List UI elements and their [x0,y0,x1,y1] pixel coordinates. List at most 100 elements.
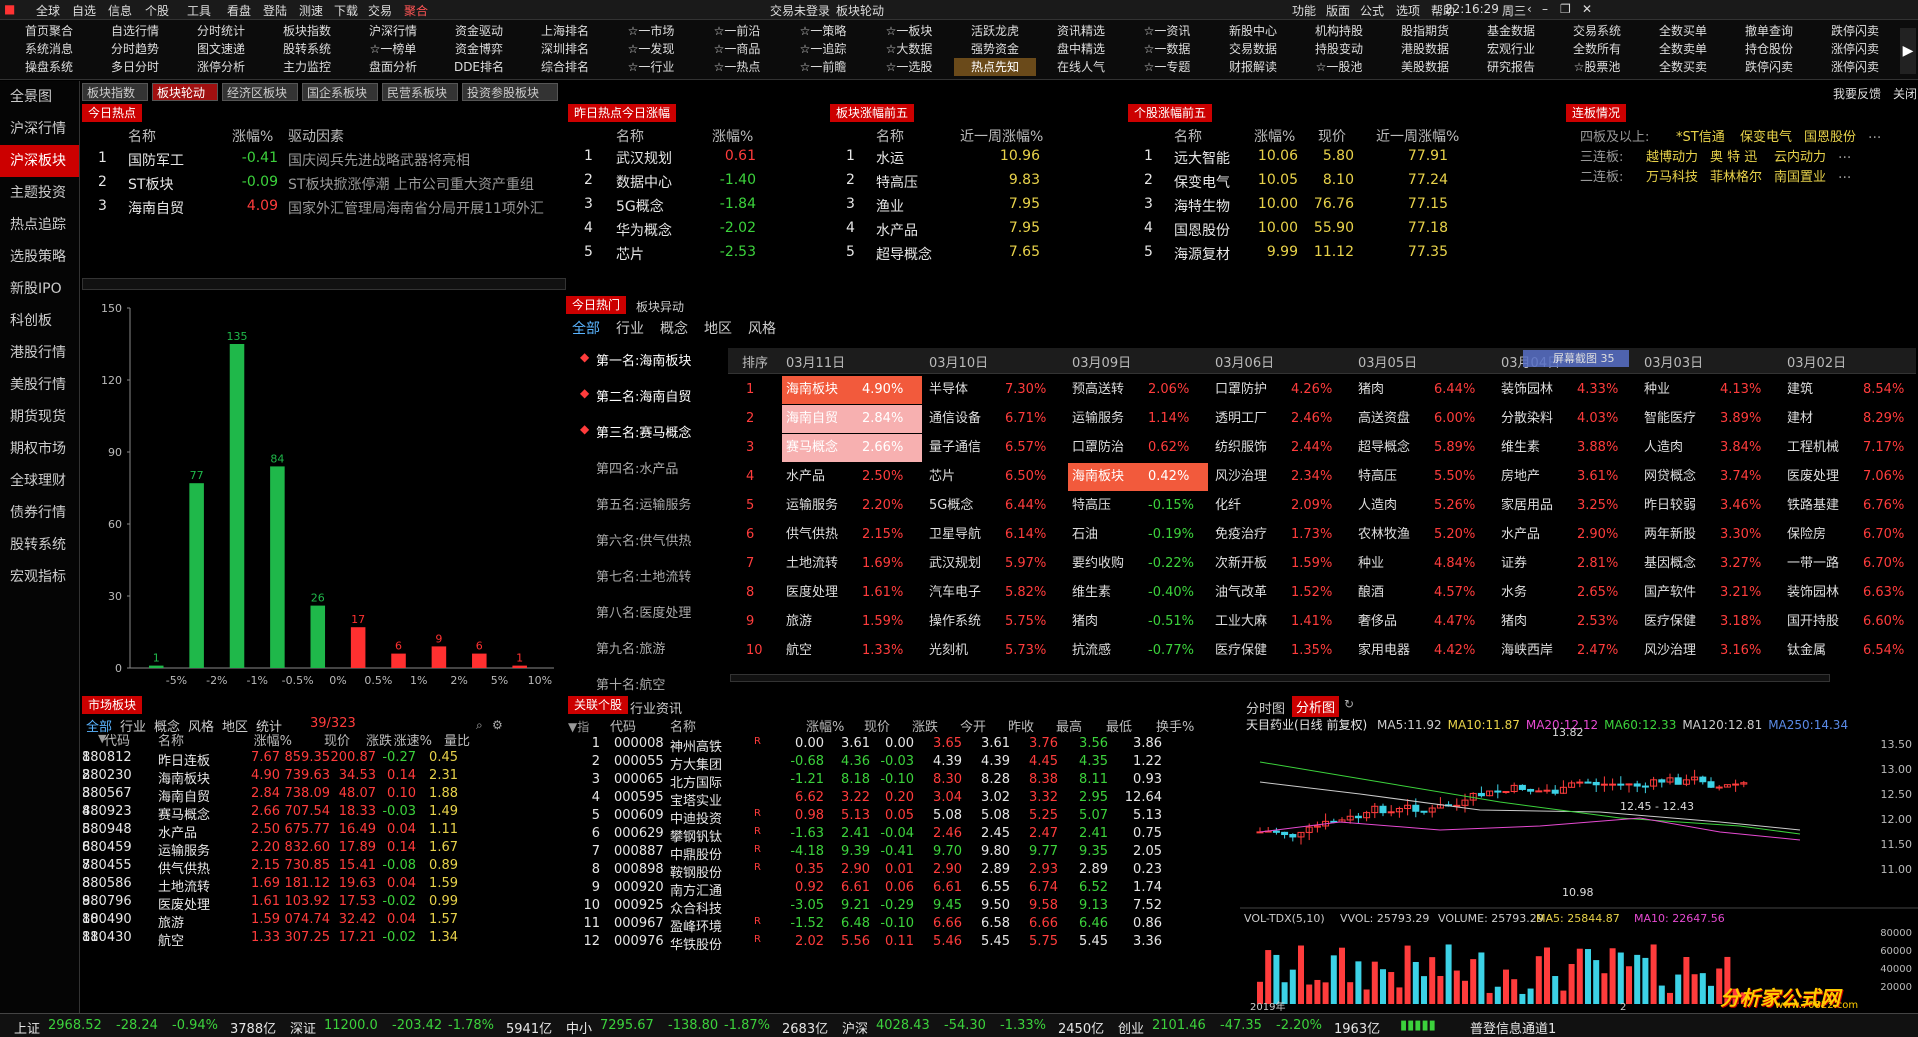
hot-cell[interactable]: 旅游 1.59% [782,608,922,636]
hot-cell[interactable]: 两年新股 3.30% [1640,521,1780,549]
limit-stock[interactable]: 万马科技 [1646,166,1698,185]
hot-cell[interactable]: 工业大麻 1.41% [1211,608,1351,636]
sector-name[interactable]: 土地流转 [158,876,210,895]
limit-stock[interactable]: 南国置业 [1774,166,1826,185]
candle-body[interactable] [1535,790,1543,793]
sidebar-item-6[interactable]: 新股IPO [0,273,79,305]
hot-cell[interactable]: 钛金属 6.54% [1783,637,1918,665]
stock-name[interactable]: 中迪投资 [670,808,750,827]
hot-cell[interactable]: 装饰园林 4.33% [1497,376,1637,404]
index-name[interactable]: 上证 [14,1018,40,1037]
sector-code[interactable]: 880812 [82,750,132,765]
sector-name[interactable]: 华为概念 [616,220,672,240]
hot-cell[interactable]: 猪肉 2.53% [1497,608,1637,636]
stock-code[interactable]: 000898 [614,862,664,877]
toolbar-button[interactable]: 系统消息 [8,40,90,58]
hot-cell[interactable]: 卫星导航 6.14% [925,521,1065,549]
candle-body[interactable] [1412,804,1420,812]
hot-cell[interactable]: 油气改革 1.52% [1211,579,1351,607]
ms-header-2[interactable]: 涨幅% [236,730,292,749]
sector-code[interactable]: 880230 [82,768,132,783]
hot-cell[interactable]: 网贷概念 3.74% [1640,463,1780,491]
hot-cell[interactable]: 口罩防护 4.26% [1211,376,1351,404]
hot-cell[interactable]: 国开持股 6.60% [1783,608,1918,636]
hot-cell[interactable]: 工程机械 7.17% [1783,434,1918,462]
candle-body[interactable] [1674,777,1682,785]
hot-cell[interactable]: 猪肉 6.44% [1354,376,1494,404]
toolbar-button[interactable]: ☆一前沿 [696,22,778,40]
hot-cell[interactable]: 建筑 8.54% [1783,376,1918,404]
toolbar-button[interactable]: 股转系统 [266,40,348,58]
rs-header-7[interactable]: 最高 [1056,716,1082,735]
toolbar-button[interactable]: ☆一数据 [1126,40,1208,58]
stock-name[interactable]: 海源复材 [1174,244,1230,264]
toolbar-button[interactable]: 全数买单 [1642,22,1724,40]
sidebar-item-4[interactable]: 热点追踪 [0,209,79,241]
candle-body[interactable] [1551,789,1559,794]
sector-name[interactable]: 赛马概念 [158,804,210,823]
sidebar-item-3[interactable]: 主题投资 [0,177,79,209]
hot-cell[interactable]: 赛马概念 2.66% [782,434,922,462]
login-status[interactable]: 交易未登录 [770,2,830,19]
hot-cell[interactable]: 芯片 6.50% [925,463,1065,491]
hot-cell[interactable]: 基因概念 3.27% [1640,550,1780,578]
sidebar-item-0[interactable]: 全景图 [0,81,79,113]
hot-cell[interactable]: 水产品 2.90% [1497,521,1637,549]
hot-cell[interactable]: 半导体 7.30% [925,376,1065,404]
stock-name[interactable]: 远大智能 [1174,148,1230,168]
toolbar-button[interactable]: 涨停闪卖 [1814,58,1896,76]
stock-name[interactable]: 宝塔实业 [670,790,750,809]
rs-header-9[interactable]: 换手% [1156,716,1194,735]
candle-body[interactable] [1641,785,1649,788]
rank-item-3[interactable]: 第四名:水产品 [596,458,678,477]
hot-cell[interactable]: 分散染料 4.03% [1497,405,1637,433]
rs-header-0[interactable]: 代码 [610,716,636,735]
ms-header-0[interactable]: 代码 [104,730,130,749]
bar-0%[interactable] [310,605,326,668]
toolbar-button[interactable]: ☆一市场 [610,22,692,40]
hot-cell[interactable]: 奢侈品 4.47% [1354,608,1494,636]
sector-name[interactable]: 航空 [158,930,184,949]
hot-cell[interactable]: 海南板块 0.42% [1068,463,1208,491]
subtab-5[interactable]: 投资参股板块 [462,83,558,101]
toolbar-button[interactable]: 活跃龙虎 [954,22,1036,40]
sector-code[interactable]: 880586 [82,876,132,891]
gear-icon[interactable]: ⚙ [492,718,503,732]
candle-body[interactable] [1658,779,1666,783]
toolbar-button[interactable]: ☆一板块 [868,22,950,40]
hot-cell[interactable]: 预高送转 2.06% [1068,376,1208,404]
stock-code[interactable]: 000920 [614,880,664,895]
close-icon[interactable]: ✕ [1582,2,1592,16]
bar--2%[interactable] [189,483,204,668]
candle-body[interactable] [1732,783,1740,786]
candle-body[interactable] [1633,783,1641,787]
rs-header-5[interactable]: 今开 [960,716,986,735]
rs-header-1[interactable]: 名称 [670,716,696,735]
toolbar-button[interactable]: 涨停分析 [180,58,262,76]
sector-name[interactable]: 海南板块 [158,768,210,787]
candle-body[interactable] [1609,783,1617,786]
sector-name[interactable]: 水产品 [876,220,918,240]
toolbar-button[interactable]: 资金驱动 [438,22,520,40]
hot-cell[interactable]: 风沙治理 3.16% [1640,637,1780,665]
rank-item-7[interactable]: 第八名:医度处理 [596,602,691,621]
sidebar-item-9[interactable]: 美股行情 [0,369,79,401]
hot-cell[interactable]: 医疗保健 3.18% [1640,608,1780,636]
toolbar-button[interactable]: 综合排名 [524,58,606,76]
hot-cell[interactable]: 风沙治理 2.34% [1211,463,1351,491]
menu-9[interactable]: 交易 [368,2,392,19]
date-header[interactable]: 03月05日 [1358,352,1417,371]
sidebar-item-7[interactable]: 科创板 [0,305,79,337]
bar--1%[interactable] [229,344,245,668]
menu-3[interactable]: 个股 [145,2,169,19]
rs-header-3[interactable]: 现价 [864,716,890,735]
more-link[interactable]: ... [1868,126,1881,142]
rs-header-8[interactable]: 最低 [1106,716,1132,735]
index-name[interactable]: 深证 [290,1018,316,1037]
subtab-0[interactable]: 板块指数 [82,83,148,101]
close-panel-link[interactable]: 关闭 [1893,85,1917,102]
sector-name[interactable]: 芯片 [616,244,644,264]
date-header[interactable]: 03月11日 [786,352,845,371]
candle-body[interactable] [1699,776,1707,783]
toolbar-button[interactable]: 多日分时 [94,58,176,76]
